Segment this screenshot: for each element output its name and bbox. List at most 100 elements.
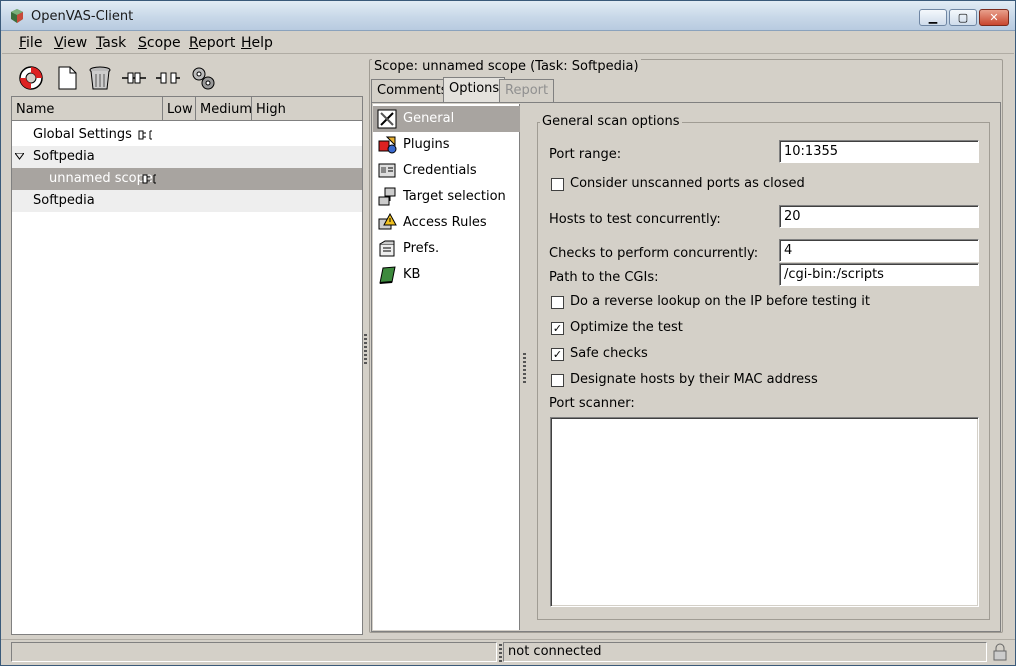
menu-help[interactable]: Help (241, 35, 273, 51)
cgi-path-field[interactable]: /cgi-bin:/scripts (779, 263, 979, 286)
cgi-path-label: Path to the CGIs: (549, 270, 659, 285)
check-mark-icon: ✓ (552, 348, 563, 361)
tab-options[interactable]: Options (443, 77, 506, 103)
category-target-selection[interactable]: Target selection (373, 184, 520, 210)
category-plugins[interactable]: Plugins (373, 132, 520, 158)
app-icon (11, 9, 23, 23)
expander-icon[interactable] (15, 153, 24, 160)
preferences-icon (379, 240, 395, 257)
status-splitter[interactable] (499, 644, 502, 662)
tab-report[interactable]: Report (499, 79, 555, 102)
port-range-field[interactable]: 10:1355 (779, 140, 979, 163)
scope-pane: Scope: unnamed scope (Task: Softpedia) C… (369, 59, 1005, 635)
optimize-test-checkbox[interactable]: ✓ (551, 322, 564, 335)
category-label: Target selection (403, 189, 506, 204)
unscanned-closed-label: Consider unscanned ports as closed (570, 176, 805, 191)
category-kb[interactable]: KB (373, 262, 520, 288)
category-label: Prefs. (403, 241, 440, 256)
status-bar: not connected (1, 639, 1015, 665)
menu-file[interactable]: File (19, 35, 42, 51)
menu-view[interactable]: View (54, 35, 87, 51)
tree-row-label: Softpedia (33, 193, 95, 208)
window-title: OpenVAS-Client (31, 9, 134, 24)
lifebuoy-icon[interactable] (17, 64, 45, 92)
tree-row-task-softpedia[interactable]: Softpedia (12, 146, 362, 168)
plug-icon (138, 130, 152, 140)
checks-concurrent-label: Checks to perform concurrently: (549, 246, 759, 261)
unscanned-closed-checkbox[interactable] (551, 178, 564, 191)
connection-status: not connected (503, 642, 987, 662)
tree-row-label: Softpedia (33, 149, 95, 164)
app-window: OpenVAS-Client ▁ ▢ ✕ File View Task Scop… (0, 0, 1016, 666)
checks-concurrent-field[interactable]: 4 (779, 239, 979, 262)
options-panel: General Plugins Credentials Target selec… (371, 102, 1001, 632)
column-medium[interactable]: Medium (196, 97, 252, 121)
hosts-concurrent-field[interactable]: 20 (779, 205, 979, 228)
category-label: Access Rules (403, 215, 487, 230)
category-label: Plugins (403, 137, 450, 152)
pane-splitter[interactable] (364, 334, 367, 364)
category-label: KB (403, 267, 421, 282)
hosts-concurrent-label: Hosts to test concurrently: (549, 212, 721, 227)
safe-checks-label: Safe checks (570, 346, 648, 361)
options-splitter[interactable] (523, 353, 526, 383)
left-pane: Name Low Medium High Global Settings Sof… (11, 59, 363, 635)
plugins-icon (378, 136, 397, 154)
reverse-lookup-label: Do a reverse lookup on the IP before tes… (570, 294, 870, 309)
general-options-title: General scan options (540, 114, 682, 129)
menu-task[interactable]: Task (96, 35, 126, 51)
scope-title: Scope: unnamed scope (Task: Softpedia) (372, 59, 641, 74)
tree-row-global-settings[interactable]: Global Settings (12, 124, 362, 146)
close-button[interactable]: ✕ (979, 9, 1009, 26)
status-cell-left (11, 642, 497, 662)
plug-icon (142, 174, 156, 184)
mac-address-label: Designate hosts by their MAC address (570, 372, 818, 387)
menu-bar: File View Task Scope Report Help (2, 31, 1014, 54)
tree-header: Name Low Medium High (12, 97, 362, 121)
credentials-icon (378, 163, 396, 178)
connect-icon[interactable] (120, 64, 148, 92)
port-range-label: Port range: (549, 147, 622, 162)
title-bar: OpenVAS-Client ▁ ▢ ✕ (1, 1, 1015, 31)
check-mark-icon: ✓ (552, 322, 563, 335)
safe-checks-checkbox[interactable]: ✓ (551, 348, 564, 361)
maximize-button[interactable]: ▢ (949, 9, 977, 26)
tools-icon (377, 109, 397, 129)
column-low[interactable]: Low (163, 97, 196, 121)
toolbar (11, 59, 363, 95)
tree-row-label: Global Settings (33, 127, 132, 142)
port-scanner-label: Port scanner: (549, 396, 635, 411)
minimize-button[interactable]: ▁ (919, 9, 947, 26)
new-document-icon[interactable] (53, 64, 81, 92)
optimize-test-label: Optimize the test (570, 320, 683, 335)
tree-row-unnamed-scope[interactable]: unnamed scope (12, 168, 362, 190)
close-icon: ✕ (989, 11, 999, 24)
trash-icon[interactable] (86, 64, 114, 92)
gears-icon[interactable] (189, 64, 217, 92)
category-label: General (403, 111, 455, 126)
lock-icon (993, 643, 1007, 661)
warning-computer-icon (378, 213, 397, 230)
category-access-rules[interactable]: Access Rules (373, 210, 520, 236)
network-icon (378, 187, 396, 206)
mac-address-checkbox[interactable] (551, 374, 564, 387)
maximize-icon: ▢ (957, 11, 969, 24)
tab-comments[interactable]: Comments (371, 79, 454, 102)
task-tree[interactable]: Name Low Medium High Global Settings Sof… (11, 96, 363, 635)
tree-row-label: unnamed scope (49, 171, 153, 186)
book-icon (379, 266, 396, 284)
reverse-lookup-checkbox[interactable] (551, 296, 564, 309)
category-general[interactable]: General (373, 106, 520, 132)
port-scanner-list[interactable] (550, 417, 979, 607)
menu-report[interactable]: Report (189, 35, 235, 51)
disconnect-icon[interactable] (154, 64, 182, 92)
column-name[interactable]: Name (12, 97, 163, 121)
options-category-list[interactable]: General Plugins Credentials Target selec… (373, 104, 520, 630)
minimize-icon: ▁ (928, 11, 938, 24)
category-prefs[interactable]: Prefs. (373, 236, 520, 262)
column-high[interactable]: High (252, 97, 362, 121)
tree-row-softpedia[interactable]: Softpedia (12, 190, 362, 212)
category-credentials[interactable]: Credentials (373, 158, 520, 184)
menu-scope[interactable]: Scope (138, 35, 181, 51)
category-label: Credentials (403, 163, 477, 178)
